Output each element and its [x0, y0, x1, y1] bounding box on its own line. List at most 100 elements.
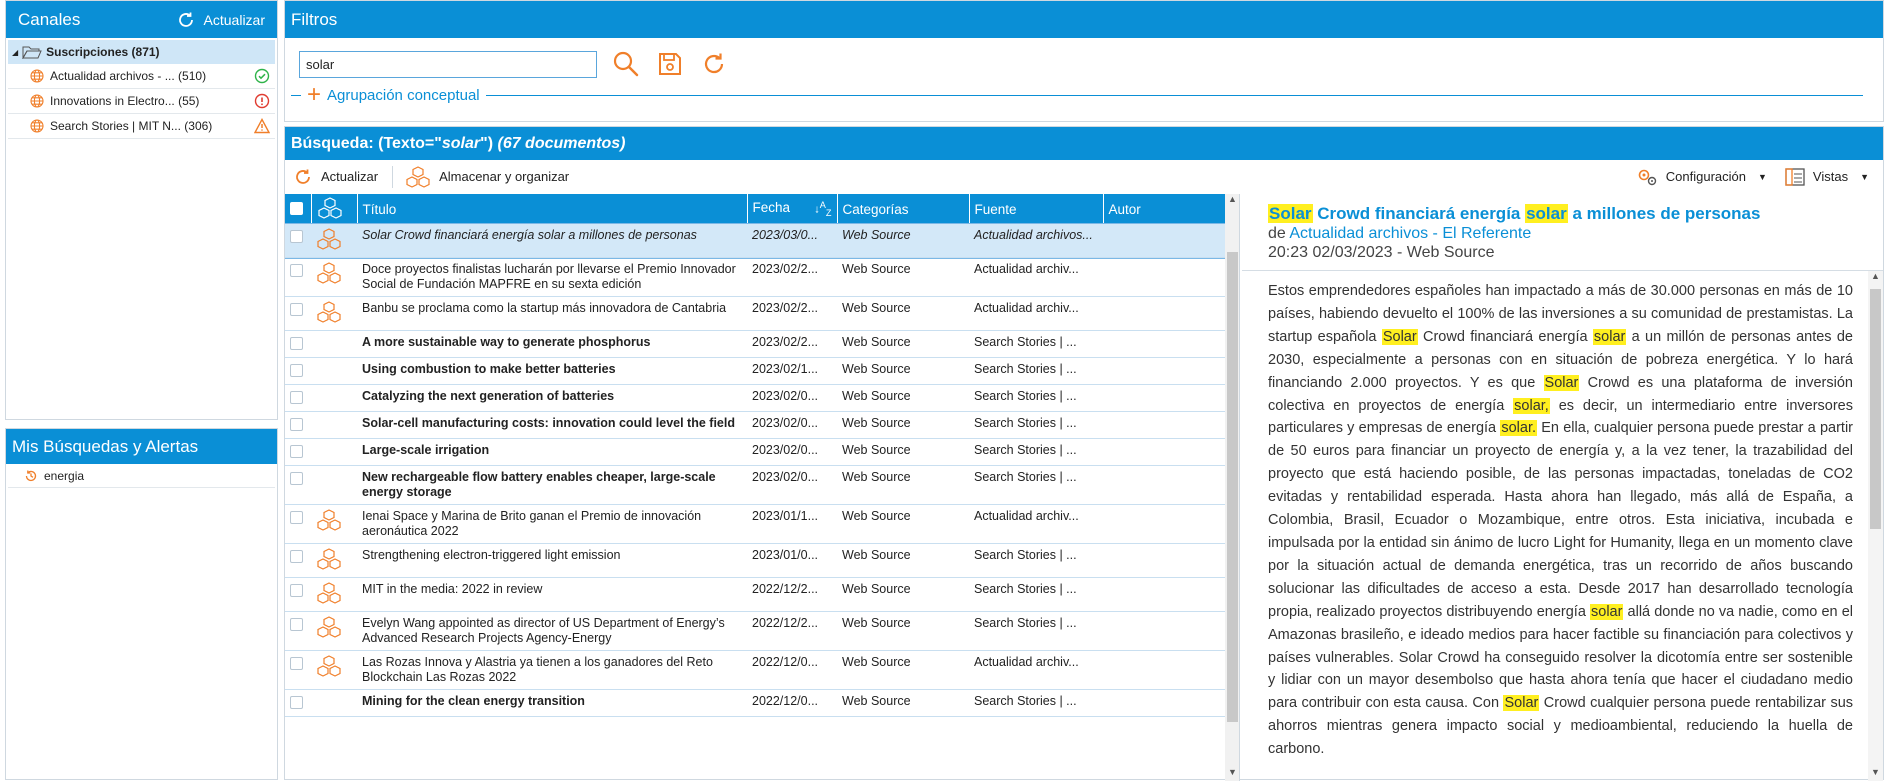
column-header-source[interactable]: Fuente	[969, 194, 1104, 224]
row-checkbox-cell[interactable]	[285, 438, 311, 466]
row-title[interactable]: Using combustion to make better batterie…	[357, 357, 747, 385]
row-checkbox-cell[interactable]	[285, 465, 311, 505]
table-row[interactable]: Catalyzing the next generation of batter…	[285, 384, 1225, 412]
row-checkbox[interactable]	[290, 550, 303, 563]
row-checkbox[interactable]	[290, 303, 303, 316]
row-checkbox-cell[interactable]	[285, 543, 311, 578]
row-checkbox-cell[interactable]	[285, 224, 311, 258]
row-checkbox-cell[interactable]	[285, 357, 311, 385]
row-checkbox[interactable]	[290, 337, 303, 350]
table-row[interactable]: MIT in the media: 2022 in review 2022/12/…	[285, 577, 1225, 612]
row-title[interactable]: A more sustainable way to generate phosp…	[357, 330, 747, 358]
row-checkbox-cell[interactable]	[285, 611, 311, 651]
expand-triangle-icon[interactable]: ◢	[12, 48, 18, 57]
row-checkbox-cell[interactable]	[285, 384, 311, 412]
table-scrollbar[interactable]: ▲ ▼	[1225, 194, 1239, 781]
row-title[interactable]: Las Rozas Innova y Alastria ya tienen a …	[357, 650, 747, 690]
preview-scrollbar[interactable]: ▲ ▼	[1868, 271, 1883, 781]
row-title[interactable]: Solar-cell manufacturing costs: innovati…	[357, 411, 747, 439]
row-title[interactable]: Catalyzing the next generation of batter…	[357, 384, 747, 412]
select-all-header[interactable]	[285, 194, 312, 224]
scroll-up-arrow[interactable]: ▲	[1225, 194, 1239, 208]
row-checkbox-cell[interactable]	[285, 296, 311, 331]
column-header-author[interactable]: Autor	[1103, 194, 1226, 224]
row-title[interactable]: MIT in the media: 2022 in review	[357, 577, 747, 612]
configuracion-dropdown[interactable]: Configuración ▼	[1632, 165, 1781, 189]
refresh-icon	[178, 12, 193, 27]
row-title[interactable]: Evelyn Wang appointed as director of US …	[357, 611, 747, 651]
table-row[interactable]: Using combustion to make better batterie…	[285, 357, 1225, 385]
vistas-dropdown[interactable]: Vistas ▼	[1781, 165, 1883, 189]
row-checkbox-cell[interactable]	[285, 650, 311, 690]
table-row[interactable]: Evelyn Wang appointed as director of US …	[285, 611, 1225, 651]
row-checkbox-cell[interactable]	[285, 330, 311, 358]
store-organize-button[interactable]: Almacenar y organizar	[401, 165, 583, 189]
scroll-down-arrow[interactable]: ▼	[1225, 767, 1239, 781]
highlighted-term: Solar	[1268, 204, 1313, 223]
column-header-title[interactable]: Título	[357, 194, 748, 224]
plus-icon[interactable]: +	[307, 83, 321, 107]
table-row[interactable]: A more sustainable way to generate phosp…	[285, 330, 1225, 358]
row-checkbox[interactable]	[290, 264, 303, 277]
agrupacion-conceptual-toggle[interactable]: Agrupación conceptual	[327, 87, 480, 104]
scroll-up-arrow[interactable]: ▲	[1868, 271, 1883, 285]
row-checkbox-cell[interactable]	[285, 577, 311, 612]
row-checkbox[interactable]	[290, 230, 303, 243]
reset-search-button[interactable]	[699, 49, 729, 79]
row-checkbox[interactable]	[290, 445, 303, 458]
preview-scrollbar-thumb[interactable]	[1870, 289, 1881, 529]
row-checkbox[interactable]	[290, 472, 303, 485]
row-title[interactable]: Mining for the clean energy transition	[357, 689, 747, 717]
results-refresh-button[interactable]: Actualizar	[289, 165, 392, 189]
row-checkbox[interactable]	[290, 511, 303, 524]
row-checkbox[interactable]	[290, 696, 303, 709]
row-checkbox-cell[interactable]	[285, 504, 311, 544]
row-title[interactable]: Large-scale irrigation	[357, 438, 747, 466]
row-title[interactable]: Ienai Space y Marina de Brito ganan el P…	[357, 504, 747, 544]
table-row[interactable]: Ienai Space y Marina de Brito ganan el P…	[285, 504, 1225, 544]
table-scrollbar-thumb[interactable]	[1227, 252, 1238, 722]
table-row[interactable]: Banbu se proclama como la startup más in…	[285, 296, 1225, 331]
row-checkbox[interactable]	[290, 418, 303, 431]
row-title[interactable]: New rechargeable flow battery enables ch…	[357, 465, 747, 505]
busquedas-item-energia[interactable]: energia	[8, 464, 275, 488]
row-checkbox[interactable]	[290, 364, 303, 377]
preview-source-link[interactable]: Actualidad archivos - El Referente	[1289, 225, 1531, 242]
table-row[interactable]: New rechargeable flow battery enables ch…	[285, 465, 1225, 505]
row-checkbox[interactable]	[290, 618, 303, 631]
row-title[interactable]: Doce proyectos finalistas lucharán por l…	[357, 257, 747, 297]
column-header-date[interactable]: Fecha ↓AZ	[747, 194, 838, 224]
table-row[interactable]: Solar Crowd financiará energía solar a m…	[285, 223, 1226, 259]
row-checkbox[interactable]	[290, 391, 303, 404]
canales-refresh-button[interactable]: Actualizar	[176, 10, 265, 30]
row-date: 2022/12/0...	[747, 689, 837, 717]
row-checkbox[interactable]	[290, 657, 303, 670]
table-row[interactable]: Solar-cell manufacturing costs: innovati…	[285, 411, 1225, 439]
scroll-down-arrow[interactable]: ▼	[1868, 767, 1883, 781]
table-row[interactable]: Las Rozas Innova y Alastria ya tienen a …	[285, 650, 1225, 690]
save-search-button[interactable]	[655, 49, 685, 79]
row-checkbox[interactable]	[290, 584, 303, 597]
row-title[interactable]: Strengthening electron-triggered light e…	[357, 543, 747, 578]
row-title[interactable]: Solar Crowd financiará energía solar a m…	[357, 224, 747, 258]
tree-item-channel[interactable]: Search Stories | MIT N... (306)	[8, 114, 275, 139]
table-row[interactable]: Doce proyectos finalistas lucharán por l…	[285, 257, 1225, 297]
select-all-checkbox[interactable]	[290, 202, 303, 215]
row-icon-cell	[311, 411, 357, 439]
row-source: Search Stories | ...	[969, 689, 1103, 717]
table-row[interactable]: Strengthening electron-triggered light e…	[285, 543, 1225, 578]
search-button[interactable]	[611, 49, 641, 79]
row-checkbox-cell[interactable]	[285, 411, 311, 439]
table-row[interactable]: Mining for the clean energy transition 20…	[285, 689, 1225, 717]
row-checkbox-cell[interactable]	[285, 257, 311, 297]
globe-icon	[30, 94, 44, 108]
table-row[interactable]: Large-scale irrigation 2023/02/0... Web So…	[285, 438, 1225, 466]
tree-item-channel[interactable]: Innovations in Electro... (55)	[8, 89, 275, 114]
column-header-categories[interactable]: Categorías	[837, 194, 970, 224]
row-title[interactable]: Banbu se proclama como la startup más in…	[357, 296, 747, 331]
tree-root-suscripciones[interactable]: ◢ Suscripciones (871)	[8, 40, 275, 64]
tree-item-channel[interactable]: Actualidad archivos - ... (510)	[8, 64, 275, 89]
row-checkbox-cell[interactable]	[285, 689, 311, 717]
search-input[interactable]	[299, 50, 597, 78]
row-author	[1103, 384, 1225, 412]
